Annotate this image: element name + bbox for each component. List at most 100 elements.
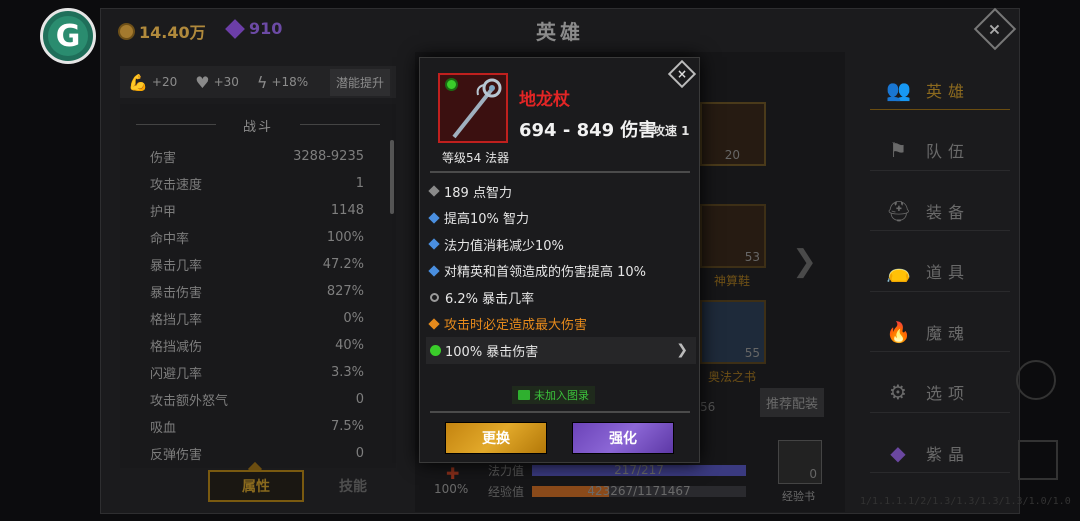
next-page-arrow[interactable]: ❯ [792,244,817,279]
stat-list: 伤害 3288-9235 攻击速度 1 护甲 1148 命中率 100% 暴击几率 47.2% 暴击… [120,143,396,467]
recommend-gear-button[interactable]: 推荐配装 [760,388,825,417]
codex-status[interactable]: 未加入图录 [512,386,595,404]
stat-label: 格挡减伤 [150,340,203,355]
heart-icon: ♥ [195,72,210,92]
affix-text: 100% 暴击伤害 [445,344,539,360]
lightning-icon: ϟ [256,72,268,92]
gem-amount: 910 [249,19,283,38]
stat-row: 格挡减伤 40% [120,332,396,359]
strength-bonus-value: +20 [151,75,178,89]
stat-label: 攻击速度 [150,178,203,193]
stat-row: 命中率 100% [120,224,396,251]
nav-item-1[interactable]: ⚑ 队伍 [870,131,1010,171]
stat-row: 格挡几率 0% [120,305,396,332]
flame-icon: 🔥 [886,319,911,344]
stat-label: 闪避几率 [150,367,203,382]
stat-value: 100% [326,230,364,245]
mana-value: 217/217 [614,463,664,477]
stat-value: 0 [355,392,364,407]
bonus-bar: 💪 +20 ♥ +30 ϟ +18% 潜能提升 [120,66,396,98]
codex-status-label: 未加入图录 [534,389,589,402]
add-potion-icon[interactable]: ✚ [446,464,459,483]
divider [430,411,690,413]
stat-label: 吸血 [150,421,177,436]
tab-skills[interactable]: 技能 [318,470,388,502]
partial-count: 56 [700,400,716,414]
stat-value: 40% [335,338,364,353]
stat-row: 暴击伤害 827% [120,278,396,305]
item-affix: 攻击时必定造成最大伤害 [426,311,696,338]
gear-icon: ⚙ [889,380,907,404]
nav-item-3[interactable]: 👝 道具 [870,252,1010,292]
item-affix: 189 点智力 [426,178,696,205]
nav-item-5[interactable]: ⚙ 选项 [870,373,1010,413]
equipment-slot-boots[interactable]: 53 [700,204,766,268]
tab-attributes[interactable]: 属性 [208,470,304,502]
page-title: 英雄 [536,20,584,44]
exp-label: 经验值 [488,485,525,499]
close-popup-button[interactable]: × [667,59,697,89]
item-affix[interactable]: 100% 暴击伤害 ❯ [426,337,696,364]
stat-value: 3288-9235 [293,149,364,164]
logo-letter: G [48,16,88,56]
app-logo[interactable]: G [40,8,96,64]
item-detail-popup: 地龙杖 694 - 849 伤害 攻速 1 等级54 法器 × 189 点智力提… [419,57,700,463]
nav-item-6[interactable]: ◆ 紫晶 [870,433,1010,473]
stat-value: 1148 [330,203,364,218]
flag-icon: ⚑ [889,138,907,162]
enhance-button[interactable]: 强化 [572,422,674,454]
swap-button[interactable]: 更换 [445,422,547,454]
diamond-bullet-icon [428,185,440,197]
heroes-icon: 👥 [886,77,911,102]
xp-book-count: 0 [809,467,817,481]
nav-item-label: 魔魂 [926,323,971,343]
gem-icon [430,344,441,356]
stat-value: 7.5% [330,419,364,434]
potential-upgrade-button[interactable]: 潜能提升 [329,68,390,96]
slot-count: 20 [724,148,740,162]
coin-icon [118,22,135,40]
version-footnote: 1/1.1.1.1/2/1.3/1.3/1.3/1.3/1.0/1.0 [860,496,1071,507]
nav-item-label: 选项 [926,384,971,403]
stat-label: 暴击伤害 [150,286,203,301]
health-bonus: ♥ +30 [195,73,239,92]
nav-item-4[interactable]: 🔥 魔魂 [870,312,1010,352]
equipment-slot-book[interactable]: 55 [700,300,766,364]
xp-book-label: 经验书 [782,490,815,503]
stat-value: 3.3% [330,365,364,380]
health-bonus-value: +30 [213,75,239,89]
close-icon: × [988,19,1002,39]
speed-bonus-value: +18% [271,75,309,89]
item-damage: 694 - 849 伤害 [519,120,657,141]
exp-bar-row: 经验值 423267/1171467 [488,483,747,500]
combat-stats-panel[interactable]: 战斗 伤害 3288-9235 攻击速度 1 护甲 1148 命中率 100% 暴击几率 47.2… [120,104,396,468]
section-title: 战斗 [120,116,396,135]
stat-row: 攻击额外怒气 0 [120,386,396,413]
stat-row: 吸血 7.5% [120,413,396,440]
item-affix: 6.2% 暴击几率 [426,284,696,311]
nav-item-2[interactable]: ⛑ 装备 [870,191,1010,231]
helmet-icon: ⛑ [886,198,912,223]
chevron-right-icon[interactable]: ❯ [676,342,688,358]
hp-percent: 100% [434,482,469,496]
gold-counter: 14.40万 [118,19,206,43]
item-affix: 法力值消耗减少10% [426,231,696,258]
affix-text: 6.2% 暴击几率 [445,291,535,307]
stats-scrollbar[interactable] [390,140,394,214]
top-bar: G 14.40万 910 英雄 × [0,0,1080,64]
stat-row: 护甲 1148 [120,197,396,224]
crystal-icon: ◆ [890,440,906,465]
close-screen-button[interactable]: × [973,7,1017,51]
nav-item-label: 队伍 [926,142,971,161]
diamond-bullet-icon [428,212,440,224]
xp-book-slot[interactable]: 0 [778,440,822,484]
nav-item-label: 装备 [926,202,971,222]
nav-item-label: 英雄 [926,81,971,101]
exp-bar: 423267/1171467 [532,484,747,498]
amethyst-icon [225,18,245,39]
equipment-slot-top[interactable]: 20 [700,102,766,166]
ring-bullet-icon [430,292,439,302]
stat-value: 827% [326,284,364,299]
divider [430,171,690,173]
nav-item-0[interactable]: 👥 英雄 [870,70,1010,110]
